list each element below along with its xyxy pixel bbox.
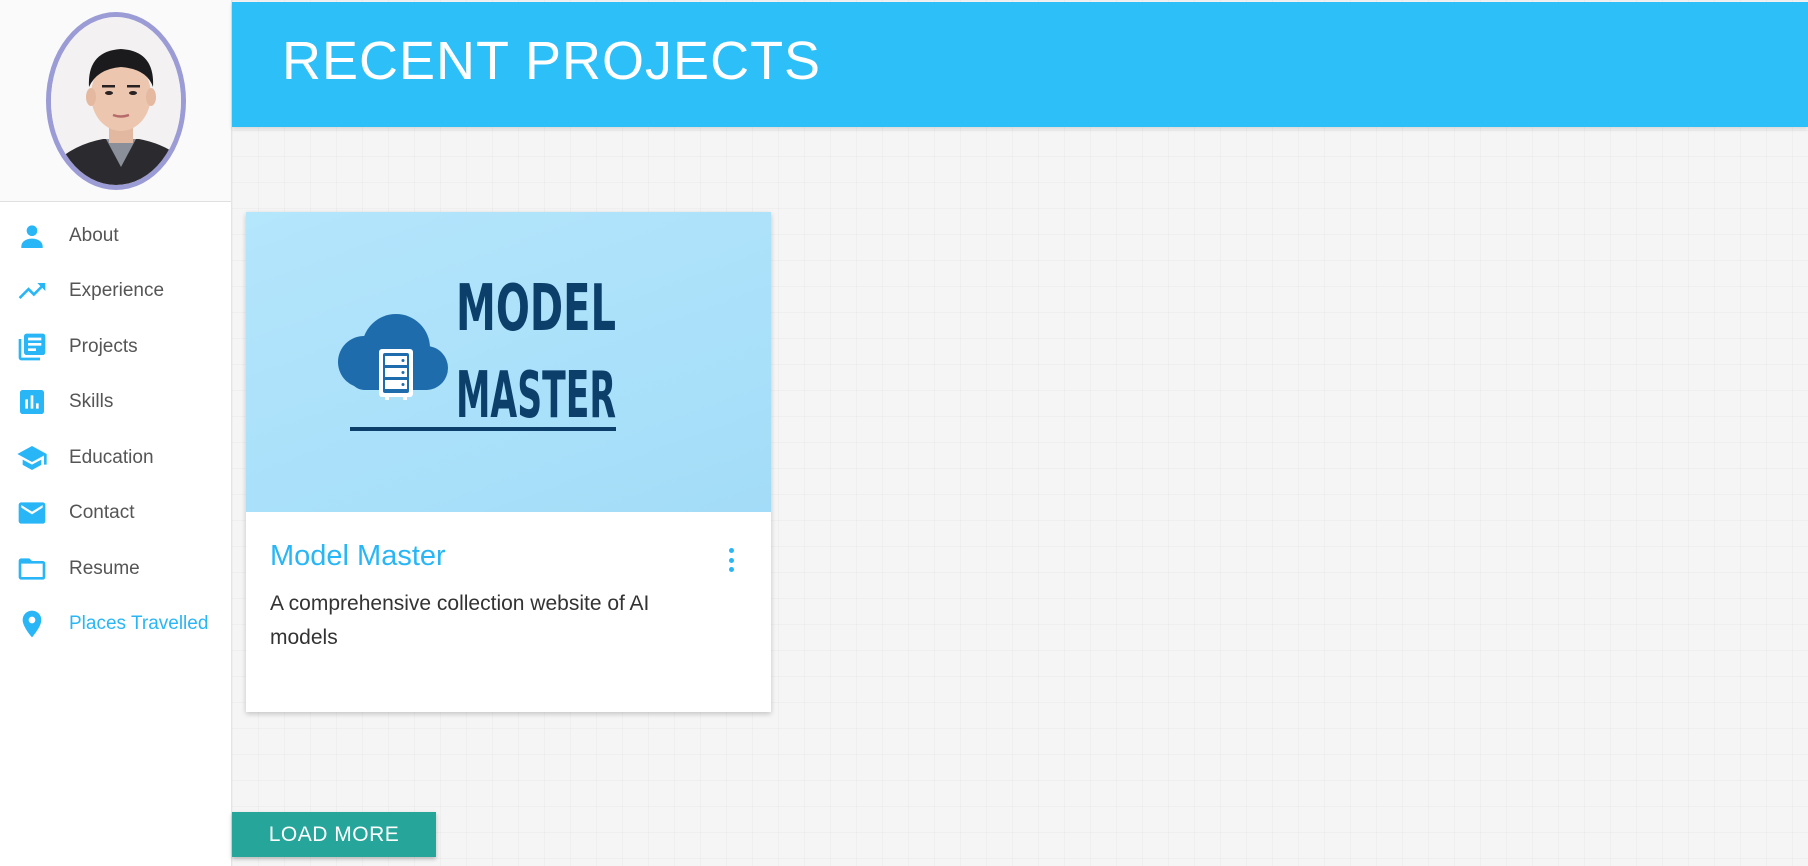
project-card: MODEL MASTER Model Master A comprehensiv… <box>246 212 771 712</box>
sidebar-item-label: Education <box>69 446 154 468</box>
avatar <box>45 11 186 190</box>
profile-photo <box>50 16 181 185</box>
person-icon <box>15 219 49 253</box>
logo-text-line1: MODEL <box>456 272 616 346</box>
logo-text-line2: MASTER <box>456 359 616 433</box>
sidebar-item-label: Experience <box>69 280 165 302</box>
sidebar-item-label: Places Travelled <box>69 613 209 635</box>
sidebar-item-label: Resume <box>69 557 140 579</box>
place-icon <box>15 607 49 641</box>
school-icon <box>15 441 49 475</box>
main-content: RECENT PROJECTS MODEL MASTER Model Maste… <box>232 0 1808 866</box>
project-card-image[interactable]: MODEL MASTER <box>246 212 771 512</box>
sidebar-item-places-travelled[interactable]: Places Travelled <box>0 597 231 653</box>
sidebar-item-education[interactable]: Education <box>0 430 231 486</box>
sidebar-item-skills[interactable]: Skills <box>0 375 231 431</box>
trending-up-icon <box>15 274 49 308</box>
sidebar-nav: About Experience Projects Skills Educati… <box>0 202 231 652</box>
sidebar-item-about[interactable]: About <box>0 208 231 264</box>
sidebar-item-label: Skills <box>69 391 114 413</box>
project-card-content: Model Master A comprehensive collection … <box>246 512 771 655</box>
sidebar-item-resume[interactable]: Resume <box>0 541 231 597</box>
sidebar-item-experience[interactable]: Experience <box>0 264 231 320</box>
folder-icon <box>15 552 49 586</box>
model-master-logo: MODEL MASTER <box>338 272 616 433</box>
sidebar-item-label: Projects <box>69 335 138 357</box>
avatar-container <box>0 0 231 202</box>
load-more-button[interactable]: LOAD MORE <box>232 812 436 857</box>
project-description: A comprehensive collection website of AI… <box>270 592 650 649</box>
mail-icon <box>15 496 49 530</box>
page-title: RECENT PROJECTS <box>282 31 822 91</box>
sidebar-item-label: Contact <box>69 502 135 524</box>
page-header: RECENT PROJECTS <box>232 2 1808 127</box>
more-vert-icon[interactable] <box>727 548 735 572</box>
sidebar-item-label: About <box>69 224 119 246</box>
sidebar-item-contact[interactable]: Contact <box>0 486 231 542</box>
library-books-icon <box>15 330 49 364</box>
bar-chart-icon <box>15 385 49 419</box>
project-title[interactable]: Model Master <box>270 540 747 573</box>
sidebar-item-projects[interactable]: Projects <box>0 319 231 375</box>
sidebar: About Experience Projects Skills Educati… <box>0 0 232 866</box>
